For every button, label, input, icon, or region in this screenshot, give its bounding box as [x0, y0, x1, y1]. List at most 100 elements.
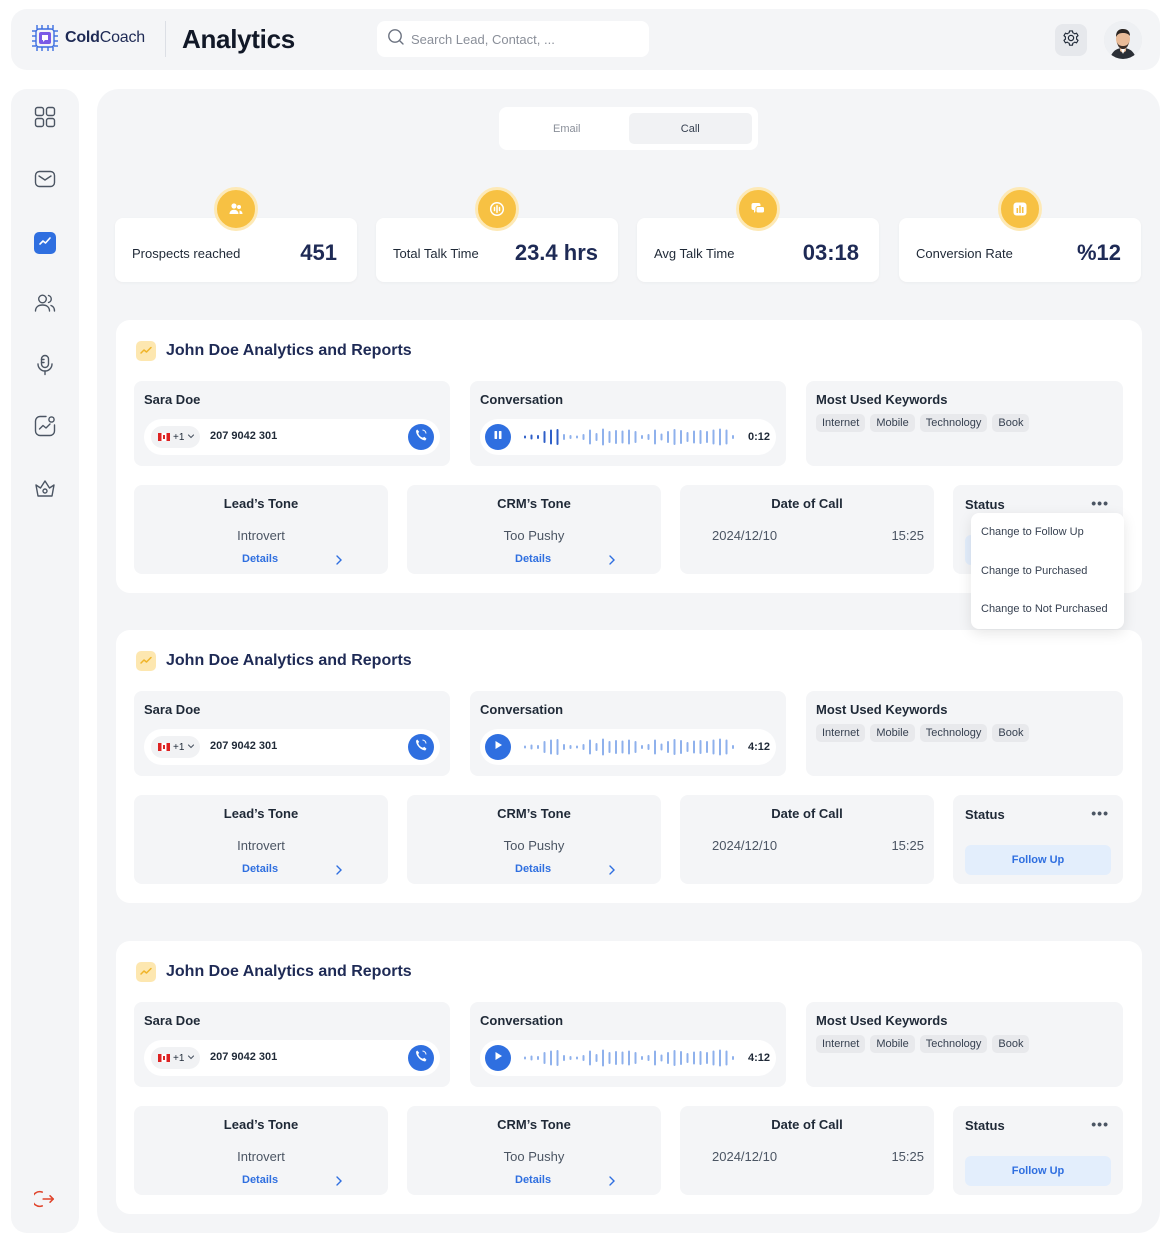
- lead-tone-label: Lead’s Tone: [223, 806, 299, 821]
- chevron-right-icon[interactable]: [334, 553, 344, 571]
- chevron-right-icon[interactable]: [607, 1174, 617, 1192]
- keywords-box: Most Used Keywords Internet Mobile Technol…: [806, 381, 1123, 466]
- waveform-bar: [647, 1055, 650, 1061]
- waveform[interactable]: [524, 737, 744, 757]
- waveform-bar: [556, 429, 559, 445]
- waveform-bar: [563, 744, 565, 750]
- waveform-bar: [530, 1055, 533, 1061]
- waveform-bar: [615, 740, 617, 754]
- report-header: John Doe Analytics and Reports: [136, 651, 412, 671]
- more-options-icon[interactable]: •••: [1091, 805, 1109, 821]
- keyword-chip: Internet: [816, 724, 866, 742]
- sidebar-item-voice[interactable]: [31, 353, 59, 381]
- keyword-chip: Mobile: [870, 1035, 915, 1053]
- phone-icon: [414, 1049, 428, 1068]
- sidebar-item-premium[interactable]: [31, 476, 59, 504]
- status-label: Status: [965, 1118, 1005, 1133]
- sidebar-item-email[interactable]: [31, 167, 59, 195]
- conversation-label: Conversation: [480, 392, 564, 407]
- bar-chart-icon: [998, 187, 1042, 231]
- sidebar-item-dashboard[interactable]: [31, 105, 59, 133]
- waveform-bar: [595, 743, 598, 751]
- chevron-right-icon[interactable]: [334, 863, 344, 881]
- country-code-select[interactable]: +1: [151, 426, 200, 448]
- waveform-bar: [543, 431, 546, 443]
- waveform[interactable]: [524, 427, 744, 447]
- crm-tone-details-link[interactable]: Details: [515, 1174, 551, 1186]
- waveform-bar: [589, 1050, 591, 1066]
- date-of-call-box: Date of Call 2024/12/10 15:25: [680, 795, 934, 884]
- logo[interactable]: ColdCoach: [29, 21, 145, 55]
- keywords-label: Most Used Keywords: [816, 702, 948, 717]
- waveform-bar: [719, 738, 721, 756]
- lead-tone-details-link[interactable]: Details: [242, 863, 278, 875]
- keywords-box: Most Used Keywords Internet Mobile Technol…: [806, 1002, 1123, 1087]
- chevron-right-icon[interactable]: [607, 553, 617, 571]
- contact-box: Sara Doe +1 207 9042 301: [134, 691, 450, 776]
- sidebar-item-contacts[interactable]: [31, 291, 59, 319]
- menu-item-follow-up[interactable]: Change to Follow Up: [981, 526, 1084, 538]
- country-code: +1: [173, 741, 185, 753]
- date-of-call-box: Date of Call 2024/12/10 15:25: [680, 485, 934, 574]
- keyword-chip: Book: [992, 1035, 1030, 1053]
- chevron-down-icon: [187, 1053, 195, 1064]
- waveform-bar: [673, 429, 676, 445]
- stat-label: Avg Talk Time: [654, 246, 735, 261]
- more-options-icon[interactable]: •••: [1091, 495, 1109, 511]
- country-code-select[interactable]: +1: [151, 736, 200, 758]
- waveform-bar: [719, 428, 721, 446]
- waveform-bar: [608, 1052, 611, 1064]
- waveform-bar: [725, 1050, 728, 1066]
- call-button[interactable]: [408, 734, 434, 760]
- call-time: 15:25: [891, 1149, 924, 1164]
- chevron-right-icon[interactable]: [607, 863, 617, 881]
- crm-tone-details-link[interactable]: Details: [515, 553, 551, 565]
- waveform-bar: [654, 739, 656, 755]
- settings-button[interactable]: [1055, 24, 1087, 56]
- search-bar[interactable]: [377, 21, 649, 57]
- keyword-chip: Internet: [816, 414, 866, 432]
- keyword-chip: Technology: [919, 724, 988, 742]
- call-button[interactable]: [408, 1045, 434, 1071]
- mail-icon: [33, 167, 57, 196]
- waveform-bar: [569, 435, 572, 439]
- play-pause-button[interactable]: [485, 1045, 511, 1071]
- lead-tone-details-link[interactable]: Details: [242, 1174, 278, 1186]
- logout-button[interactable]: [31, 1187, 59, 1215]
- chevron-right-icon[interactable]: [334, 1174, 344, 1192]
- waveform-bar: [550, 739, 552, 755]
- waveform-bar: [550, 429, 552, 445]
- status-box: Status ••• Follow Up: [953, 795, 1123, 884]
- more-options-icon[interactable]: •••: [1091, 1116, 1109, 1132]
- waveform-bar: [667, 741, 669, 753]
- country-code-select[interactable]: +1: [151, 1047, 200, 1069]
- audio-duration: 4:12: [747, 741, 770, 753]
- sidebar-item-analytics[interactable]: [34, 232, 56, 254]
- waveform-bar: [543, 1052, 546, 1064]
- users-icon: [214, 187, 258, 231]
- tab-call[interactable]: Call: [628, 113, 752, 144]
- play-pause-button[interactable]: [485, 734, 511, 760]
- sidebar-item-reports[interactable]: [31, 414, 59, 442]
- status-button[interactable]: Follow Up: [965, 845, 1111, 875]
- stat-value: %12: [1076, 240, 1121, 265]
- menu-item-purchased[interactable]: Change to Purchased: [981, 565, 1087, 577]
- menu-item-not-purchased[interactable]: Change to Not Purchased: [981, 603, 1108, 615]
- lead-tone-details-link[interactable]: Details: [242, 553, 278, 565]
- crm-tone-details-link[interactable]: Details: [515, 863, 551, 875]
- tab-email[interactable]: Email: [505, 113, 629, 144]
- waveform-bar: [673, 739, 676, 755]
- waveform-bar: [576, 1056, 578, 1060]
- call-button[interactable]: [408, 424, 434, 450]
- keyword-chip: Technology: [919, 414, 988, 432]
- report-card: John Doe Analytics and Reports Sara Doe …: [116, 941, 1142, 1214]
- keyword-chip: Book: [992, 414, 1030, 432]
- waveform[interactable]: [524, 1048, 744, 1068]
- search-input[interactable]: [411, 31, 631, 47]
- lead-tone-label: Lead’s Tone: [223, 496, 299, 511]
- status-button[interactable]: Follow Up: [965, 1156, 1111, 1186]
- trend-icon: [136, 341, 156, 361]
- play-pause-button[interactable]: [485, 424, 511, 450]
- user-avatar[interactable]: [1104, 21, 1142, 59]
- waveform-bar: [699, 430, 702, 444]
